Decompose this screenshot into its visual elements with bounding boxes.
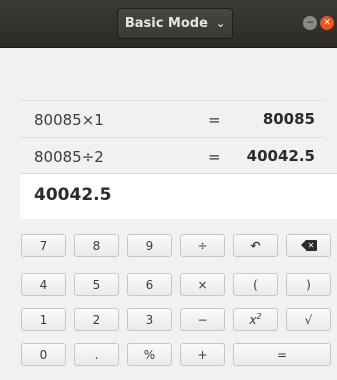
minimize-button[interactable]: − [303,16,317,30]
close-icon: ✕ [323,18,331,28]
key-8[interactable]: 8 [74,234,119,257]
key-equals[interactable]: = [233,343,331,366]
history-result: 40042.5 [246,147,315,165]
calculation-input[interactable]: 40042.5 [20,173,337,221]
key-sqrt[interactable]: √ [286,308,331,331]
key-close-paren[interactable]: ) [286,273,331,296]
key-add[interactable]: + [180,343,225,366]
key-2[interactable]: 2 [74,308,119,331]
backspace-icon [300,240,317,251]
key-3[interactable]: 3 [127,308,172,331]
history-expression: 80085÷2 [34,148,104,166]
keypad: 7 8 9 ÷ ↶ 4 5 6 × ( ) 1 2 3 − x2 √ 0 . %… [0,219,337,380]
history-result: 80085 [262,110,315,128]
chevron-down-icon: ⌄ [215,17,226,30]
key-open-paren[interactable]: ( [233,273,278,296]
key-7[interactable]: 7 [21,234,66,257]
key-9[interactable]: 9 [127,234,172,257]
key-divide[interactable]: ÷ [180,234,225,257]
key-square[interactable]: x2 [233,308,278,331]
history-equals: = [208,111,221,129]
backspace-button[interactable] [286,234,331,257]
key-1[interactable]: 1 [21,308,66,331]
minimize-icon: − [306,18,314,28]
display-value: 40042.5 [34,185,112,205]
key-subtract[interactable]: − [180,308,225,331]
history-equals: = [208,148,221,166]
key-multiply[interactable]: × [180,273,225,296]
history-panel: 80085×1 = 80085 80085÷2 = 40042.5 [0,48,337,174]
key-decimal[interactable]: . [74,343,119,366]
history-row[interactable]: 80085÷2 = 40042.5 [20,137,325,174]
mode-label: Basic Mode [124,16,208,31]
key-4[interactable]: 4 [21,273,66,296]
key-6[interactable]: 6 [127,273,172,296]
undo-button[interactable]: ↶ [233,234,278,257]
square-label: x2 [249,312,262,327]
key-percent[interactable]: % [127,343,172,366]
close-button[interactable]: ✕ [320,16,334,30]
key-5[interactable]: 5 [74,273,119,296]
undo-icon: ↶ [250,238,261,253]
mode-selector-button[interactable]: Basic Mode ⌄ [117,8,233,39]
key-0[interactable]: 0 [21,343,66,366]
history-expression: 80085×1 [34,111,104,129]
header-bar: Basic Mode ⌄ − ✕ [0,0,337,48]
history-row[interactable]: 80085×1 = 80085 [20,100,325,137]
